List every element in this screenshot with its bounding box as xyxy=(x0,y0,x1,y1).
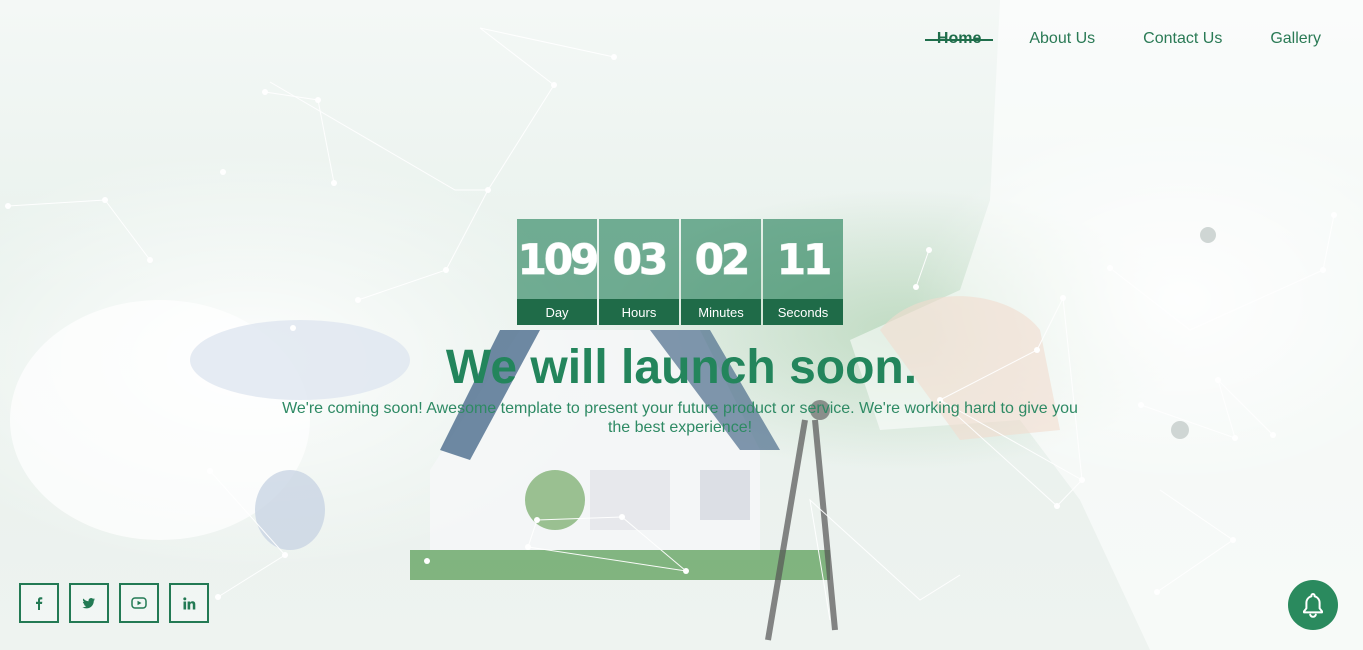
countdown-days-value: 109 xyxy=(517,219,600,299)
nav-home-link[interactable]: Home xyxy=(924,30,994,48)
countdown-days-label: Day xyxy=(517,299,597,325)
linkedin-icon[interactable] xyxy=(169,583,209,623)
countdown-hours-label: Hours xyxy=(599,299,679,325)
notify-button[interactable] xyxy=(1288,580,1338,630)
countdown-hours-value: 03 xyxy=(599,219,679,299)
hero-subtext: We're coming soon! Awesome template to p… xyxy=(282,400,1078,436)
twitter-icon[interactable] xyxy=(69,583,109,623)
countdown-minutes: 02 Minutes xyxy=(681,219,761,325)
main-nav: Home About Us Contact Us Gallery xyxy=(924,30,1321,48)
hero-headline: We will launch soon. xyxy=(445,341,918,394)
bell-icon xyxy=(1303,593,1323,618)
facebook-icon[interactable] xyxy=(19,583,59,623)
nav-gallery-link[interactable]: Gallery xyxy=(1270,30,1321,48)
countdown-days: 109 Day xyxy=(517,219,600,325)
countdown-hours: 03 Hours xyxy=(599,219,679,325)
countdown-seconds: 11 Seconds xyxy=(763,219,843,325)
background-illustration xyxy=(5,0,1363,650)
countdown-minutes-value: 02 xyxy=(681,219,761,299)
countdown-seconds-label: Seconds xyxy=(763,299,843,325)
social-links xyxy=(19,583,209,623)
countdown-minutes-label: Minutes xyxy=(681,299,761,325)
youtube-icon[interactable] xyxy=(119,583,159,623)
countdown-timer: 109 Day 03 Hours 02 Minutes 11 Seconds xyxy=(517,219,843,325)
nav-about-link[interactable]: About Us xyxy=(1029,30,1095,48)
countdown-seconds-value: 11 xyxy=(763,219,843,299)
nav-contact-link[interactable]: Contact Us xyxy=(1143,30,1222,48)
